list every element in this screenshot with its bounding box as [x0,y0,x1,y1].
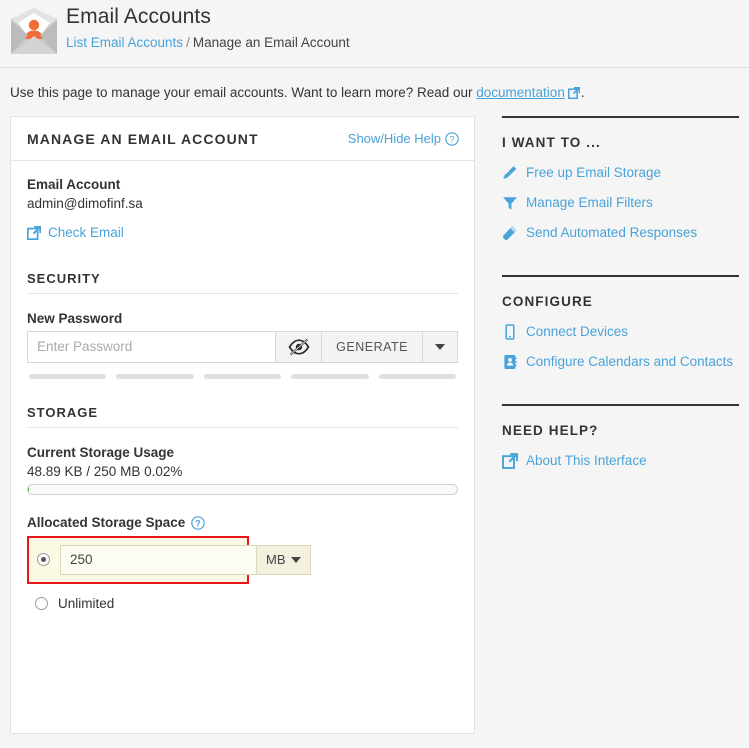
address-book-icon [502,354,518,370]
email-account-label: Email Account [27,177,121,192]
breadcrumb: List Email Accounts / Manage an Email Acco… [66,33,749,53]
section-divider [502,404,739,406]
sidebar-section-i-want-to: I WANT TO ... Free up Email Storage Mana… [502,116,739,241]
header-divider [0,67,749,68]
allocated-storage-space-label: Allocated Storage Space ? [27,515,458,530]
toggle-password-visibility-button[interactable] [275,330,322,363]
unlimited-quota-row[interactable]: Unlimited [27,596,458,611]
quota-unit-dropdown[interactable]: MB [256,544,311,575]
strength-segment [203,373,282,379]
quota-value-input[interactable] [60,544,256,575]
sidebar-item-label: Send Automated Responses [526,225,698,240]
breadcrumb-current: Manage an Email Account [192,35,350,50]
show-hide-help-toggle[interactable]: Show/Hide Help ? [347,131,459,146]
svg-text:?: ? [196,518,202,528]
email-account-envelope-icon [8,5,60,57]
magic-wand-icon [502,225,518,241]
caret-down-icon [435,343,445,350]
breadcrumb-separator: / [186,35,190,50]
allocated-quota-highlight-box: MB [27,535,311,584]
sidebar-item-label: Configure Calendars and Contacts [526,354,734,369]
strength-segment [29,373,107,379]
card-title: MANAGE AN EMAIL ACCOUNT [27,130,259,147]
mobile-device-icon [502,324,518,340]
unlimited-quota-label: Unlimited [58,595,115,611]
sidebar-item-free-up-email-storage[interactable]: Free up Email Storage [502,164,739,181]
card-header: MANAGE AN EMAIL ACCOUNT Show/Hide Help ? [11,117,474,161]
caret-down-icon [290,556,301,563]
storage-section-heading: STORAGE [27,405,458,428]
page-description: Use this page to manage your email accou… [0,68,749,116]
strength-segment [378,373,457,379]
broom-icon [502,165,518,181]
sidebar-item-about-this-interface[interactable]: About This Interface [502,452,739,469]
sidebar-section-title: CONFIGURE [502,294,593,309]
new-password-label: New Password [27,310,123,326]
breadcrumb-link-list-email-accounts[interactable]: List Email Accounts [66,35,183,50]
manage-email-account-card: MANAGE AN EMAIL ACCOUNT Show/Hide Help ?… [10,116,475,734]
sidebar-item-label: Connect Devices [526,324,629,339]
password-strength-meter [27,373,458,379]
sidebar-item-label: About This Interface [526,453,647,468]
external-link-icon [567,87,580,99]
strength-segment [116,373,194,379]
email-account-value: admin@dimofinf.sa [27,196,143,211]
page-title: Email Accounts [66,5,211,28]
sidebar-section-title: NEED HELP? [502,423,599,438]
page-header: Email Accounts List Email Accounts / Manag… [0,0,749,68]
generate-password-label: GENERATE [336,339,408,354]
question-circle-icon: ? [445,132,459,146]
strength-segment [291,373,369,379]
storage-usage-progress-bar [27,483,458,495]
section-divider [502,275,739,277]
sidebar-item-label: Free up Email Storage [526,165,662,180]
check-email-link[interactable]: Check Email [27,225,124,240]
external-link-icon [502,453,518,469]
current-storage-usage-label: Current Storage Usage [27,444,175,460]
sidebar-item-configure-calendars-and-contacts[interactable]: Configure Calendars and Contacts [502,353,739,370]
quota-unit-label: MB [266,552,286,567]
sidebar-section-configure: CONFIGURE Connect Devices Configure Cale… [502,275,739,370]
quota-input-group: MB [60,544,311,575]
generate-password-button[interactable]: GENERATE [321,330,422,363]
documentation-link[interactable]: documentation [476,85,565,100]
sidebar-section-need-help: NEED HELP? About This Interface [502,404,739,469]
show-hide-help-label: Show/Hide Help [347,131,441,146]
section-divider [502,116,739,118]
security-section-heading: SECURITY [27,271,458,294]
question-circle-icon[interactable]: ? [191,515,206,530]
check-email-label: Check Email [48,225,124,240]
allocated-storage-space-text: Allocated Storage Space [27,514,186,530]
password-input-group: GENERATE [27,330,458,363]
page-description-text-end: . [580,85,585,100]
external-link-icon [27,225,41,240]
sidebar-item-label: Manage Email Filters [526,195,653,210]
filter-funnel-icon [502,195,518,211]
new-password-input[interactable] [27,330,276,363]
sidebar-section-title: I WANT TO ... [502,135,601,150]
eye-slash-icon [288,338,310,356]
svg-text:?: ? [449,134,454,144]
page-description-text: Use this page to manage your email accou… [10,85,473,100]
sidebar-item-connect-devices[interactable]: Connect Devices [502,323,739,340]
sidebar-item-send-automated-responses[interactable]: Send Automated Responses [502,224,739,241]
generate-options-dropdown-button[interactable] [422,330,458,363]
sidebar: I WANT TO ... Free up Email Storage Mana… [475,116,739,503]
current-storage-usage-value: 48.89 KB / 250 MB 0.02% [27,463,183,479]
quota-radio-unlimited[interactable] [35,596,48,610]
sidebar-item-manage-email-filters[interactable]: Manage Email Filters [502,194,739,211]
quota-radio-fixed[interactable] [37,553,50,566]
